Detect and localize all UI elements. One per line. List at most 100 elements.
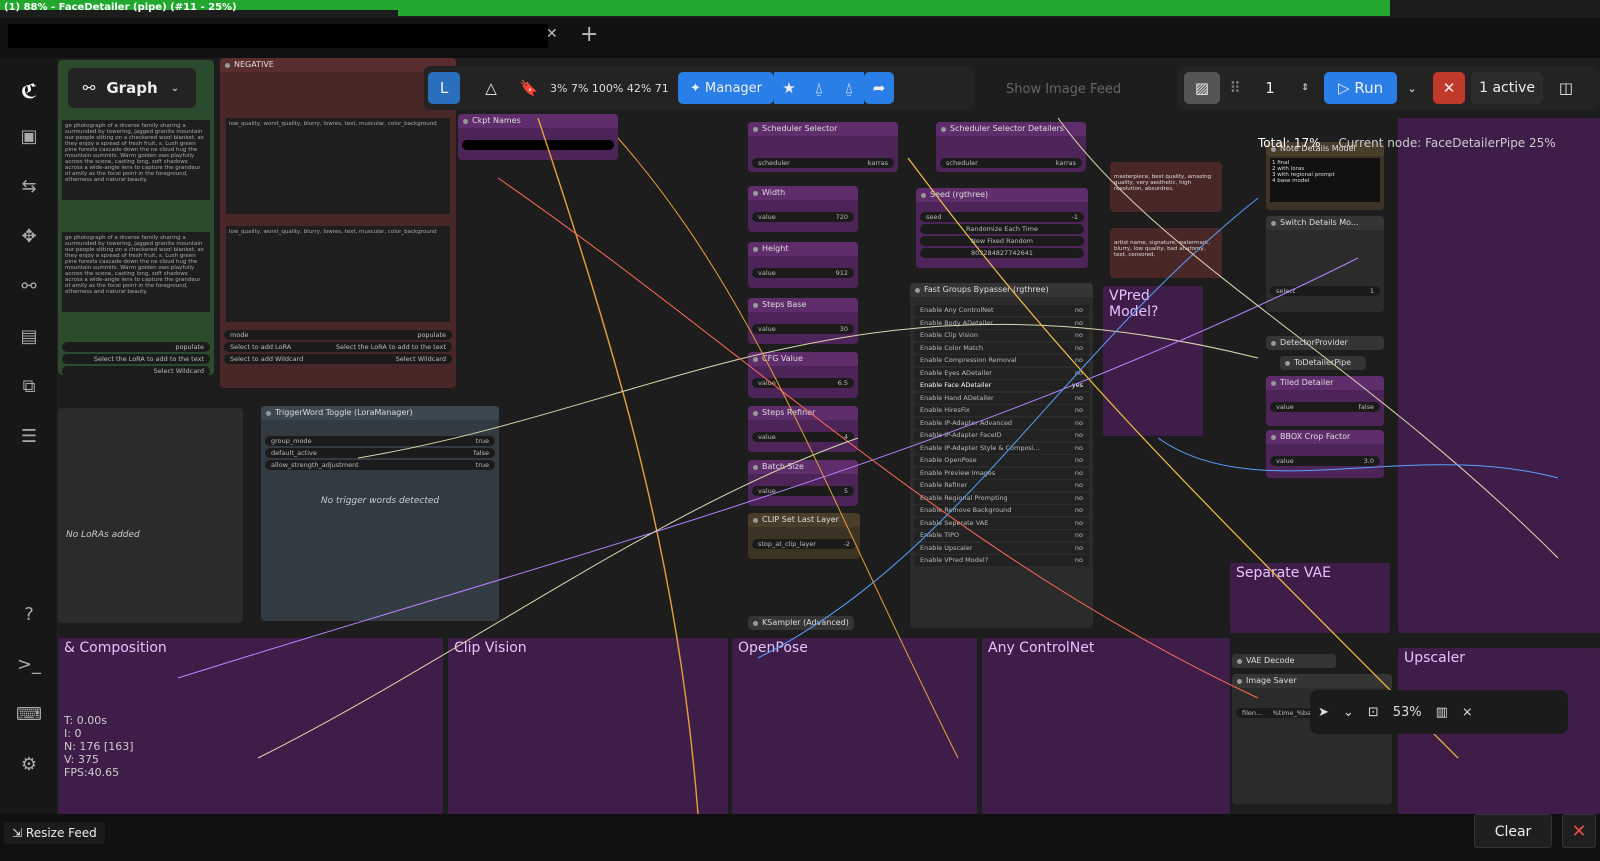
gallery-icon[interactable]: ⧉ bbox=[16, 374, 42, 400]
group-openpose[interactable]: OpenPose bbox=[732, 638, 977, 814]
width-node[interactable]: Width value 720 bbox=[748, 186, 858, 232]
bypasser-toggle[interactable]: Enable Refiner no bbox=[914, 480, 1089, 491]
cfg-value-widget[interactable]: value 6.5 bbox=[752, 378, 854, 388]
model-alt-icon[interactable]: ⍙ bbox=[834, 72, 865, 104]
map-icon[interactable]: ▥ bbox=[1436, 705, 1448, 720]
close-tab-icon[interactable]: ✕ bbox=[546, 26, 558, 42]
cfg-value-node[interactable]: CFG Value value 6.5 bbox=[748, 352, 858, 398]
fast-groups-bypasser-node[interactable]: Fast Groups Bypasser (rgthree) Enable An… bbox=[910, 283, 1093, 628]
keyboard-icon[interactable]: ⌨ bbox=[16, 702, 42, 728]
bypasser-toggle[interactable]: Enable IP-Adapter FaceID no bbox=[914, 430, 1089, 441]
show-image-feed-button[interactable]: Show Image Feed bbox=[1006, 82, 1121, 97]
negative-prompt-text[interactable]: low_quality, worst_quality, blurry, lowr… bbox=[226, 118, 450, 214]
clip-set-last-layer-node[interactable]: CLIP Set Last Layer stop_at_clip_layer -2 bbox=[748, 513, 860, 559]
hide-links-icon[interactable]: ⨯ bbox=[1462, 705, 1473, 720]
image-preview-icon[interactable]: ▨ bbox=[1184, 72, 1220, 104]
note-text[interactable]: 1 final 2 with loras 3 with regional pro… bbox=[1270, 158, 1380, 202]
group-detailers-right[interactable] bbox=[1398, 118, 1600, 633]
drag-handle-icon[interactable]: ⠿ bbox=[1220, 72, 1250, 104]
positive-prompt-text[interactable]: ge photograph of a diverse family sharin… bbox=[62, 120, 210, 200]
select-wildcard-widget-2[interactable]: Select to add Wildcard Select Wildcard bbox=[224, 354, 452, 364]
mode-widget[interactable]: mode populate bbox=[224, 330, 452, 340]
pointer-select-icon[interactable]: ➤ bbox=[1318, 705, 1329, 720]
panel-toggle-icon[interactable]: ◫ bbox=[1551, 72, 1581, 104]
add-tab-icon[interactable]: + bbox=[580, 22, 598, 47]
scheduler-widget[interactable]: scheduler karras bbox=[752, 158, 894, 168]
ckpt-names-node[interactable]: Ckpt Names bbox=[458, 114, 618, 160]
batch-size-node[interactable]: Batch Size value 5 bbox=[748, 460, 858, 506]
default-active-widget[interactable]: default_active false bbox=[265, 448, 495, 458]
negative-prompt-text-2[interactable]: low_quality, worst_quality, blurry, lowr… bbox=[226, 226, 450, 322]
close-feed-icon[interactable]: ✕ bbox=[1562, 814, 1596, 848]
help-icon[interactable]: ? bbox=[16, 602, 42, 628]
steps-refiner-node[interactable]: Steps Refiner value 4 bbox=[748, 406, 858, 452]
triangle-icon[interactable]: △ bbox=[476, 72, 506, 104]
bypasser-toggle[interactable]: Enable TIPO no bbox=[914, 530, 1089, 541]
bypasser-toggle[interactable]: Enable VPred Model? no bbox=[914, 555, 1089, 566]
star-icon[interactable]: ★ bbox=[774, 72, 805, 104]
height-value-widget[interactable]: value 912 bbox=[752, 268, 854, 278]
negative-prompt-node[interactable]: NEGATIVE low_quality, worst_quality, blu… bbox=[220, 58, 456, 388]
select-widget[interactable]: select 1 bbox=[1270, 286, 1380, 296]
vae-decode-node[interactable]: VAE Decode bbox=[1232, 654, 1336, 668]
negative-detail-node[interactable]: artist name, signature, watermark, blurr… bbox=[1110, 228, 1222, 278]
lora-loader-node[interactable]: No LoRAs added bbox=[58, 408, 243, 623]
run-options-chevron-icon[interactable]: ⌄ bbox=[1397, 72, 1427, 104]
clear-button[interactable]: Clear bbox=[1474, 814, 1552, 848]
refiner-value-widget[interactable]: value 4 bbox=[752, 432, 854, 442]
bbox-crop-factor-node[interactable]: BBOX Crop Factor value 3.0 bbox=[1266, 430, 1384, 478]
ckpt-name-widget[interactable] bbox=[462, 140, 614, 150]
scheduler-selector-node[interactable]: Scheduler Selector scheduler karras bbox=[748, 122, 898, 172]
group-vpred[interactable]: VPred Model? bbox=[1103, 286, 1203, 436]
resize-feed-button[interactable]: ⇲ Resize Feed bbox=[4, 822, 105, 844]
zoom-level[interactable]: 53% bbox=[1393, 705, 1422, 720]
trigger-word-toggle-node[interactable]: TriggerWord Toggle (LoraManager) group_m… bbox=[261, 406, 499, 621]
image-library-icon[interactable]: ▣ bbox=[16, 124, 42, 150]
bypasser-toggle[interactable]: Enable Seperate VAE no bbox=[914, 517, 1089, 529]
clip-layer-widget[interactable]: stop_at_clip_layer -2 bbox=[752, 539, 856, 549]
batch-value-widget[interactable]: value 5 bbox=[752, 486, 854, 496]
model-library-icon[interactable]: ⇆ bbox=[16, 174, 42, 200]
chevron-down-icon[interactable]: ⌄ bbox=[160, 72, 190, 104]
bypasser-toggle[interactable]: Enable OpenPose no bbox=[914, 455, 1089, 466]
group-mode-widget[interactable]: group_mode true bbox=[265, 436, 495, 446]
fit-view-icon[interactable]: ⊡ bbox=[1368, 705, 1379, 720]
seed-value-widget[interactable]: seed -1 bbox=[920, 212, 1084, 222]
templates-icon[interactable]: ▤ bbox=[16, 324, 42, 350]
bypasser-toggle[interactable]: Enable Eyes ADetailer no bbox=[914, 367, 1089, 379]
bypasser-toggle[interactable]: Enable Remove Background no bbox=[914, 505, 1089, 516]
chevron-down-icon[interactable]: ⌄ bbox=[1343, 705, 1354, 720]
run-button[interactable]: ▷ Run bbox=[1324, 72, 1398, 104]
bookmark-icon[interactable]: 🔖 bbox=[514, 72, 544, 104]
workflows-icon[interactable]: ⚯ bbox=[16, 274, 42, 300]
active-queue-badge[interactable]: 1 active bbox=[1471, 72, 1544, 104]
share-icon[interactable]: ➦ bbox=[864, 72, 895, 104]
graph-mode-icon[interactable]: ⚯ bbox=[74, 72, 104, 104]
tiled-value-widget[interactable]: value false bbox=[1270, 402, 1380, 412]
bypasser-toggle[interactable]: Enable Regional Prompting no bbox=[914, 492, 1089, 504]
new-fixed-button[interactable]: New Fixed Random bbox=[920, 236, 1084, 246]
switch-details-model-node[interactable]: Switch Details Mo... select 1 bbox=[1266, 216, 1384, 312]
bypasser-toggle[interactable]: Enable Clip Vision no bbox=[914, 330, 1089, 341]
workflow-tab[interactable] bbox=[8, 24, 548, 48]
last-seed-button[interactable]: 803284827742641 bbox=[920, 248, 1084, 258]
positive-prompt-text-2[interactable]: ge photograph of a diverse family sharin… bbox=[62, 232, 210, 312]
bypasser-toggle[interactable]: Enable Hand ADetailer no bbox=[914, 392, 1089, 404]
width-value-widget[interactable]: value 720 bbox=[752, 212, 854, 222]
steps-value-widget[interactable]: value 30 bbox=[752, 324, 854, 334]
negative-detail-text[interactable]: artist name, signature, watermark, blurr… bbox=[1114, 240, 1218, 258]
tiled-detailer-node[interactable]: Tiled Detailer value false bbox=[1266, 376, 1384, 426]
queue-icon[interactable]: ☰ bbox=[16, 424, 42, 450]
positive-detail-node[interactable]: masterpiece, best quality, amazing quali… bbox=[1110, 162, 1222, 212]
seed-node[interactable]: Seed (rgthree) seed -1 Randomize Each Tim… bbox=[916, 188, 1088, 268]
settings-gear-icon[interactable]: ⚙ bbox=[16, 752, 42, 778]
bypasser-toggle[interactable]: Enable Upscaler no bbox=[914, 542, 1089, 554]
note-details-model-node[interactable]: Note Details Model 1 final 2 with loras … bbox=[1266, 142, 1384, 210]
group-any-controlnet[interactable]: Any ControlNet bbox=[982, 638, 1230, 814]
layout-icon[interactable]: L bbox=[428, 72, 460, 104]
bypasser-toggle[interactable]: Enable IP-Adapter Advanced no bbox=[914, 417, 1089, 429]
scheduler-detailer-widget[interactable]: scheduler karras bbox=[940, 158, 1082, 168]
populate-widget[interactable]: populate bbox=[62, 342, 210, 352]
manager-button[interactable]: ✦ Manager bbox=[678, 72, 775, 104]
bbox-value-widget[interactable]: value 3.0 bbox=[1270, 456, 1380, 466]
